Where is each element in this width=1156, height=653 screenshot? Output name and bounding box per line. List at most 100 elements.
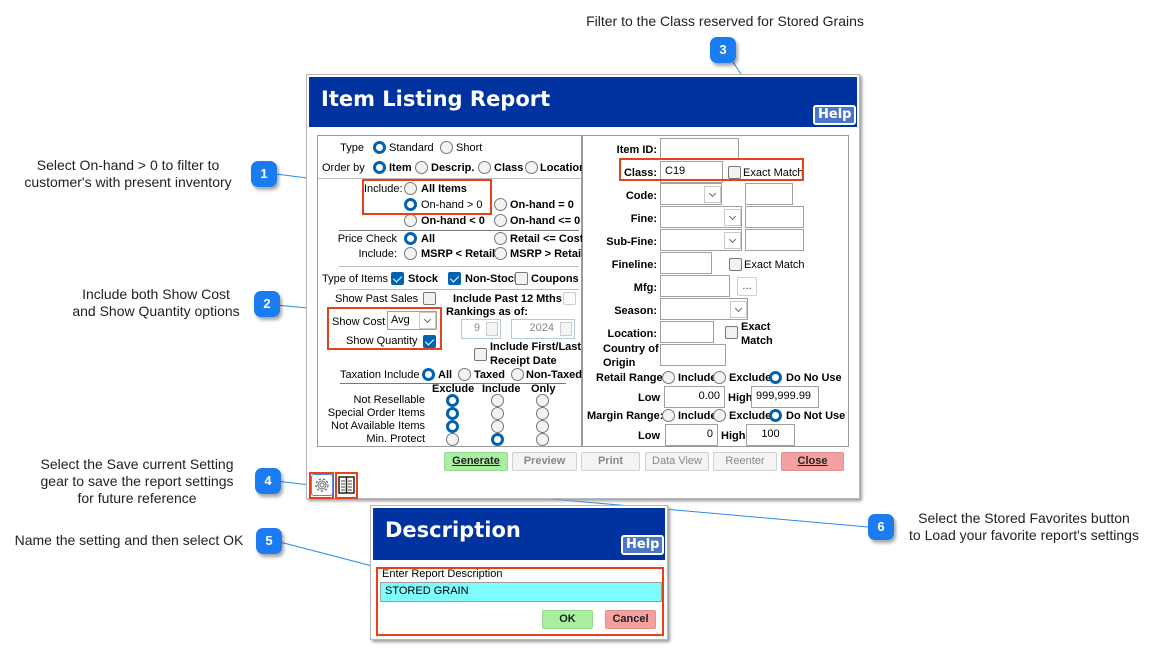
- location-input[interactable]: [660, 321, 714, 343]
- order-location-label: Location: [540, 162, 586, 174]
- season-label: Season:: [614, 305, 657, 317]
- non-stock-checkbox[interactable]: [448, 272, 461, 285]
- margin-include-radio[interactable]: [662, 409, 675, 422]
- origin-label: Origin: [603, 357, 636, 369]
- close-button[interactable]: Close: [781, 452, 844, 471]
- save-setting-button[interactable]: [311, 474, 333, 496]
- price-msrp-lt-retail-radio[interactable]: [404, 247, 417, 260]
- price-retail-le-cost-radio[interactable]: [494, 232, 507, 245]
- code-text-input[interactable]: [745, 183, 793, 205]
- chevron-down-icon[interactable]: [730, 301, 747, 318]
- margin-low-input[interactable]: 0: [665, 424, 718, 446]
- min-protect-exclude-radio[interactable]: [446, 433, 459, 446]
- mfg-input[interactable]: [660, 275, 730, 297]
- include-onhand-le0-radio[interactable]: [494, 214, 507, 227]
- margin-include-label: Include: [678, 410, 717, 422]
- sub-fine-text-input[interactable]: [745, 229, 804, 251]
- order-item-radio[interactable]: [373, 161, 386, 174]
- country-of-origin-input[interactable]: [660, 344, 726, 366]
- include-onhand-lt0-radio[interactable]: [404, 214, 417, 227]
- mfg-label: Mfg:: [633, 282, 657, 294]
- data-view-button[interactable]: Data View: [645, 452, 709, 471]
- include-first-last-checkbox[interactable]: [474, 348, 487, 361]
- preview-button[interactable]: Preview: [512, 452, 577, 471]
- reenter-button[interactable]: Reenter: [713, 452, 777, 471]
- order-class-radio[interactable]: [478, 161, 491, 174]
- retail-low-input[interactable]: 0.00: [664, 386, 725, 408]
- stock-checkbox[interactable]: [391, 272, 404, 285]
- order-descrip-radio[interactable]: [415, 161, 428, 174]
- cancel-button[interactable]: Cancel: [605, 610, 656, 629]
- help-button[interactable]: Help: [813, 105, 857, 125]
- special-order-exclude-radio[interactable]: [446, 407, 459, 420]
- show-past-sales-checkbox[interactable]: [423, 292, 436, 305]
- retail-high-input[interactable]: 999,999.99: [751, 386, 819, 408]
- coupons-checkbox[interactable]: [515, 272, 528, 285]
- mfg-browse-button[interactable]: ...: [737, 277, 757, 296]
- order-location-radio[interactable]: [525, 161, 538, 174]
- year-spin-buttons[interactable]: [560, 322, 572, 336]
- rankings-month-spinner[interactable]: 9: [461, 319, 501, 339]
- chevron-down-icon[interactable]: [724, 209, 741, 226]
- price-check-include-label: Include:: [358, 248, 397, 260]
- fineline-input[interactable]: [660, 252, 712, 274]
- type-short-label: Short: [456, 142, 483, 154]
- margin-high-input[interactable]: 100: [746, 424, 795, 446]
- item-id-input[interactable]: [660, 138, 739, 160]
- not-resellable-exclude-radio[interactable]: [446, 394, 459, 407]
- not-available-exclude-radio[interactable]: [446, 420, 459, 433]
- rankings-year-spinner[interactable]: 2024: [511, 319, 575, 339]
- type-standard-radio[interactable]: [373, 141, 386, 154]
- include-past-12-checkbox[interactable]: [563, 292, 576, 305]
- generate-button[interactable]: Generate: [444, 452, 508, 471]
- not-resellable-only-radio[interactable]: [536, 394, 549, 407]
- retail-exclude-radio[interactable]: [713, 371, 726, 384]
- taxation-non-taxed-radio[interactable]: [511, 368, 524, 381]
- include-onhand-lt0-label: On-hand < 0: [421, 215, 485, 227]
- min-protect-only-radio[interactable]: [536, 433, 549, 446]
- item-listing-report-window: Item Listing Report Help Type Standard S…: [306, 74, 860, 499]
- taxation-taxed-radio[interactable]: [458, 368, 471, 381]
- retail-include-label: Include: [678, 372, 717, 384]
- stored-favorites-button[interactable]: [337, 474, 356, 496]
- margin-range-label: Margin Range:: [587, 410, 664, 422]
- type-label: Type: [340, 142, 364, 154]
- price-check-label: Price Check: [337, 233, 397, 245]
- retail-include-radio[interactable]: [662, 371, 675, 384]
- not-available-only-radio[interactable]: [536, 420, 549, 433]
- margin-do-not-use-radio[interactable]: [769, 409, 782, 422]
- special-order-only-radio[interactable]: [536, 407, 549, 420]
- not-available-include-radio[interactable]: [491, 420, 504, 433]
- print-button[interactable]: Print: [581, 452, 640, 471]
- type-short-radio[interactable]: [440, 141, 453, 154]
- chevron-down-icon[interactable]: [704, 186, 721, 203]
- price-all-radio[interactable]: [404, 232, 417, 245]
- special-order-include-radio[interactable]: [491, 407, 504, 420]
- not-resellable-include-radio[interactable]: [491, 394, 504, 407]
- taxation-all-radio[interactable]: [422, 368, 435, 381]
- price-msrp-gt-retail-radio[interactable]: [494, 247, 507, 260]
- ok-button[interactable]: OK: [542, 610, 593, 629]
- annotation-4-text: Select the Save current Setting gear to s…: [40, 456, 234, 506]
- order-class-label: Class: [494, 162, 524, 174]
- divider: [339, 289, 579, 290]
- fine-text-input[interactable]: [745, 206, 804, 228]
- item-id-label: Item ID:: [616, 144, 657, 156]
- receipt-date-label: Receipt Date: [490, 355, 557, 367]
- dialog-help-button[interactable]: Help: [621, 535, 665, 555]
- include-onhand-eq0-radio[interactable]: [494, 198, 507, 211]
- type-standard-label: Standard: [389, 142, 434, 154]
- min-protect-include-radio[interactable]: [491, 433, 504, 446]
- retail-do-not-use-label: Do No Use: [786, 372, 842, 384]
- fineline-exact-match-checkbox[interactable]: [729, 258, 742, 271]
- description-input[interactable]: STORED GRAIN: [380, 582, 662, 602]
- retail-exclude-label: Exclude: [729, 372, 772, 384]
- location-exact-match-checkbox[interactable]: [725, 326, 738, 339]
- highlight-show-cost-quantity: [327, 307, 442, 350]
- chevron-down-icon[interactable]: [724, 232, 741, 249]
- margin-exclude-radio[interactable]: [713, 409, 726, 422]
- retail-do-not-use-radio[interactable]: [769, 371, 782, 384]
- month-spin-buttons[interactable]: [486, 322, 498, 336]
- margin-low-label: Low: [638, 430, 660, 442]
- annotation-badge-1: 1: [251, 161, 277, 187]
